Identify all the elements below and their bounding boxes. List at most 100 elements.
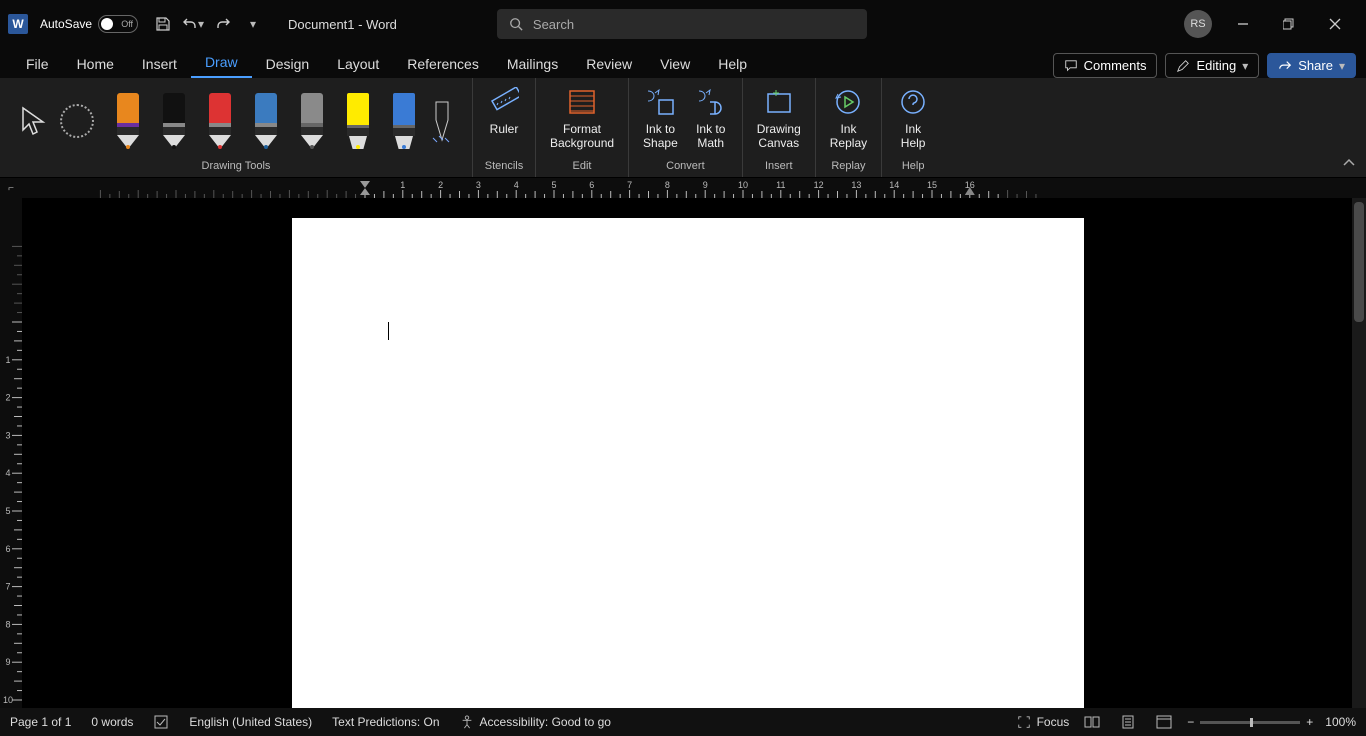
pen-thin-orange[interactable] (114, 93, 142, 149)
user-avatar[interactable]: RS (1184, 10, 1212, 38)
zoom-level[interactable]: 100% (1325, 715, 1356, 729)
redo-icon[interactable] (210, 11, 236, 37)
pencil-icon (1176, 59, 1190, 73)
tab-draw[interactable]: Draw (191, 48, 252, 78)
maximize-button[interactable] (1266, 0, 1312, 48)
read-mode-icon[interactable] (1079, 711, 1105, 733)
group-edit: Format Background Edit (536, 78, 629, 177)
svg-text:2: 2 (5, 393, 10, 403)
ink-to-math-button[interactable]: Ink to Math (686, 82, 736, 157)
ink-help-label: Ink Help (901, 122, 926, 150)
svg-text:4: 4 (5, 468, 10, 478)
search-icon (509, 17, 523, 31)
comments-button[interactable]: Comments (1053, 53, 1158, 78)
collapse-ribbon-icon[interactable] (1342, 157, 1356, 171)
zoom-out-icon[interactable]: − (1187, 715, 1194, 729)
focus-mode-button[interactable]: Focus (1017, 715, 1070, 729)
group-drawing-tools: Drawing Tools (0, 78, 473, 177)
word-count[interactable]: 0 words (91, 715, 133, 729)
svg-text:1: 1 (400, 180, 405, 190)
vertical-ruler[interactable]: 1234567891011 (0, 198, 22, 708)
zoom-slider[interactable] (1200, 721, 1300, 724)
ribbon: Drawing Tools Ruler Stencils Format Back… (0, 78, 1366, 178)
drawing-canvas-icon (764, 86, 794, 118)
ink-to-shape-button[interactable]: Ink to Shape (635, 82, 686, 157)
svg-text:9: 9 (5, 657, 10, 667)
text-predictions-status[interactable]: Text Predictions: On (332, 715, 439, 729)
chevron-down-icon: ▾ (1242, 59, 1248, 73)
minimize-button[interactable] (1220, 0, 1266, 48)
title-bar: W AutoSave Off ▾ ▾ Document1 - Word Sear… (0, 0, 1366, 48)
ruler-button[interactable]: Ruler (479, 82, 529, 157)
editing-mode-button[interactable]: Editing ▾ (1165, 53, 1259, 78)
drawing-canvas-button[interactable]: Drawing Canvas (749, 82, 809, 157)
group-label: Convert (635, 157, 736, 175)
word-app-icon: W (8, 14, 28, 34)
page-count[interactable]: Page 1 of 1 (10, 715, 71, 729)
svg-text:8: 8 (665, 180, 670, 190)
document-area[interactable] (22, 198, 1366, 708)
web-layout-icon[interactable] (1151, 711, 1177, 733)
format-background-button[interactable]: Format Background (542, 82, 622, 157)
tab-mailings[interactable]: Mailings (493, 50, 572, 78)
horizontal-ruler[interactable]: 12345678910111213141516 (22, 178, 1366, 198)
tab-file[interactable]: File (12, 50, 63, 78)
share-label: Share (1298, 58, 1333, 73)
svg-text:1: 1 (5, 355, 10, 365)
ink-replay-button[interactable]: Ink Replay (822, 82, 875, 157)
svg-text:13: 13 (851, 180, 861, 190)
select-tool[interactable] (16, 104, 50, 138)
spellcheck-icon[interactable] (153, 714, 169, 730)
svg-text:4: 4 (514, 180, 519, 190)
scrollbar-thumb[interactable] (1354, 202, 1364, 322)
pen-galaxy[interactable] (252, 93, 280, 149)
close-button[interactable] (1312, 0, 1358, 48)
tab-home[interactable]: Home (63, 50, 128, 78)
format-background-icon (567, 86, 597, 118)
pen-highlighter-blue[interactable] (390, 93, 418, 149)
customize-qat-icon[interactable]: ▾ (240, 11, 266, 37)
share-icon (1278, 59, 1292, 73)
ink-help-button[interactable]: Ink Help (888, 82, 938, 157)
pen-red[interactable] (206, 93, 234, 149)
tab-design[interactable]: Design (252, 50, 324, 78)
tab-help[interactable]: Help (704, 50, 761, 78)
zoom-control[interactable]: − + 100% (1187, 715, 1356, 729)
vertical-scrollbar[interactable] (1352, 198, 1366, 708)
tab-review[interactable]: Review (572, 50, 646, 78)
zoom-in-icon[interactable]: + (1306, 715, 1313, 729)
svg-text:8: 8 (5, 619, 10, 629)
ruler-corner: ⌐ (0, 178, 22, 198)
autosave-toggle[interactable]: Off (98, 15, 138, 33)
svg-text:12: 12 (814, 180, 824, 190)
save-icon[interactable] (150, 11, 176, 37)
tab-view[interactable]: View (646, 50, 704, 78)
tab-insert[interactable]: Insert (128, 50, 191, 78)
pen-highlighter-yellow[interactable] (344, 93, 372, 149)
pen-pencil[interactable] (298, 93, 326, 149)
action-pen-tool[interactable] (428, 93, 456, 149)
print-layout-icon[interactable] (1115, 711, 1141, 733)
ruler-icon (489, 86, 519, 118)
share-button[interactable]: Share ▾ (1267, 53, 1356, 78)
document-title: Document1 - Word (288, 17, 397, 32)
pen-black[interactable] (160, 93, 188, 149)
group-label: Drawing Tools (6, 157, 466, 175)
svg-text:11: 11 (776, 180, 785, 190)
group-replay: Ink Replay Replay (816, 78, 882, 177)
ribbon-tabs: FileHomeInsertDrawDesignLayoutReferences… (0, 48, 1366, 78)
svg-text:10: 10 (3, 695, 13, 705)
tab-layout[interactable]: Layout (323, 50, 393, 78)
group-label: Edit (542, 157, 622, 175)
language-status[interactable]: English (United States) (189, 715, 312, 729)
page[interactable] (292, 218, 1084, 708)
autosave-control[interactable]: AutoSave Off (40, 15, 138, 33)
svg-text:14: 14 (889, 180, 899, 190)
tab-references[interactable]: References (393, 50, 493, 78)
accessibility-status[interactable]: Accessibility: Good to go (460, 715, 611, 729)
search-box[interactable]: Search (497, 9, 867, 39)
lasso-select-tool[interactable] (60, 104, 94, 138)
svg-text:3: 3 (476, 180, 481, 190)
undo-icon[interactable]: ▾ (180, 11, 206, 37)
svg-text:2: 2 (438, 180, 443, 190)
